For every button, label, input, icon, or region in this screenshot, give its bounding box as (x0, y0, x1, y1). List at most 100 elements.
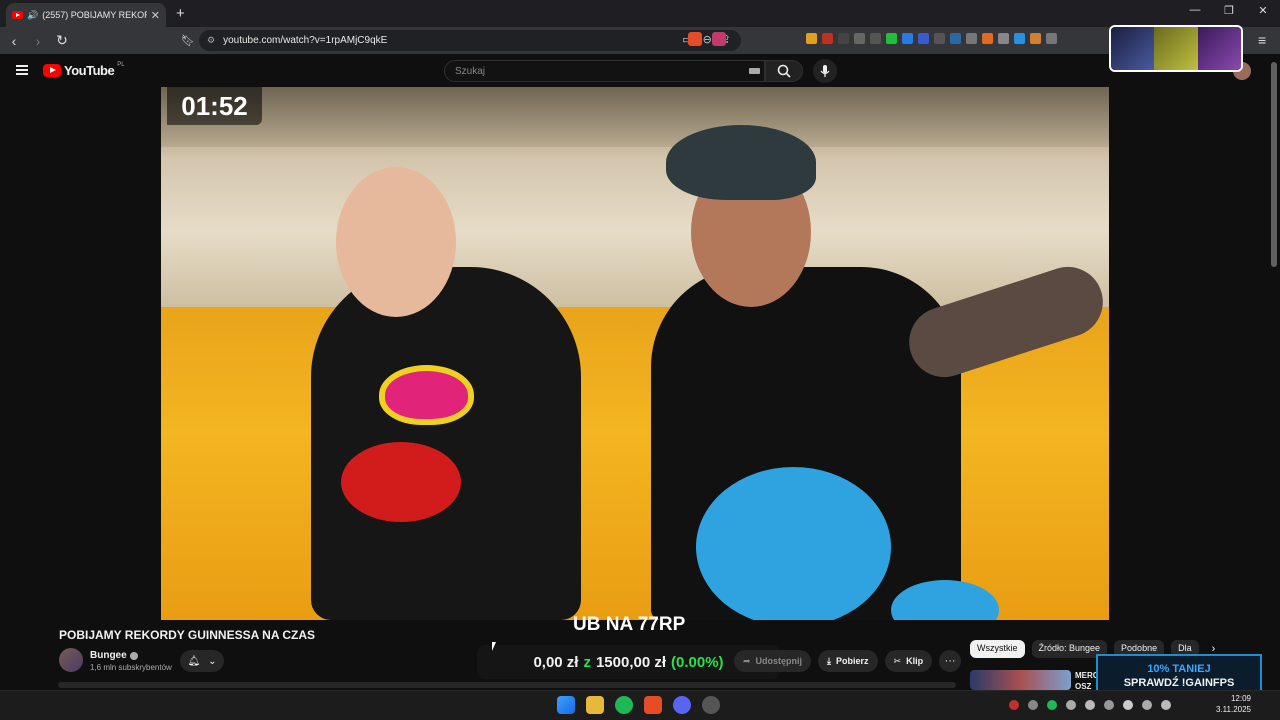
donation-amount: 0,00 zł (533, 653, 579, 671)
minimize-button[interactable]: — (1178, 4, 1212, 17)
extension-icon[interactable] (870, 33, 881, 44)
voice-search-button[interactable] (813, 59, 837, 83)
app-icon[interactable] (702, 696, 720, 714)
red-balloon (341, 442, 461, 522)
browser-menu-icon[interactable]: ≡ (1258, 32, 1266, 48)
donation-percent: (0.00%) (671, 653, 724, 671)
tray-icon[interactable] (1104, 700, 1114, 710)
extension-icon[interactable] (854, 33, 865, 44)
download-label: Pobierz (836, 656, 869, 666)
extension-icon[interactable] (822, 33, 833, 44)
stream-overlay-card (1109, 25, 1243, 72)
subscription-bell-button[interactable]: 🔔︎ ⌄ (180, 650, 224, 672)
spotify-icon[interactable] (615, 696, 633, 714)
extension-icon[interactable] (934, 33, 945, 44)
windows-taskbar (0, 690, 1280, 720)
video-timer-overlay: 01:52 (167, 87, 262, 125)
more-actions-button[interactable]: ··· (939, 650, 962, 672)
extension-icon[interactable] (1030, 33, 1041, 44)
page-scrollbar[interactable] (1271, 62, 1277, 267)
extension-icon[interactable] (1014, 33, 1025, 44)
brave-rewards-icon[interactable] (712, 32, 726, 46)
address-bar[interactable]: ⚙ youtube.com/watch?v=1rpAMjC9qkE ▭ ⊖ ⇪ (199, 30, 741, 51)
url-text: youtube.com/watch?v=1rpAMjC9qkE (223, 35, 388, 46)
hamburger-menu-icon[interactable] (16, 65, 28, 75)
keyboard-icon[interactable] (749, 68, 760, 74)
promo-line1: 10% TANIEJ (1147, 663, 1211, 675)
system-tray (1009, 700, 1171, 710)
channel-avatar[interactable] (59, 648, 83, 672)
tray-icon[interactable] (1142, 700, 1152, 710)
clock-date: 3.11.2025 (1216, 705, 1251, 714)
window-controls: — ❐ ✕ (1178, 4, 1280, 17)
brave-browser-icon[interactable] (644, 696, 662, 714)
site-info-icon[interactable]: ⚙ (207, 35, 215, 46)
video-title: POBIJAMY REKORDY GUINNESSA NA CZAS (59, 628, 316, 642)
channel-name[interactable]: Bungee (90, 650, 127, 661)
microphone-icon (820, 65, 830, 77)
extension-icon[interactable] (982, 33, 993, 44)
forward-icon[interactable]: › (28, 33, 48, 49)
new-tab-button[interactable]: + (176, 5, 185, 22)
clip-label: Klip (906, 656, 924, 666)
extension-icon[interactable] (966, 33, 977, 44)
subscriber-count: 1,6 mln subskrybentów (90, 663, 172, 672)
verified-icon (129, 651, 138, 660)
donation-z: z (583, 653, 591, 671)
discord-icon[interactable] (673, 696, 691, 714)
brave-shields-icon[interactable] (688, 32, 702, 46)
description-bar[interactable] (58, 682, 956, 688)
chevron-down-icon: ⌄ (208, 655, 217, 667)
overlay-panel (1197, 27, 1241, 70)
tray-icon[interactable] (1028, 700, 1038, 710)
file-explorer-icon[interactable] (586, 696, 604, 714)
browser-tab[interactable]: 🔊 (2557) POBIJAMY REKORDY G ✕ (6, 3, 166, 27)
youtube-header: YouTube PL Szukaj (0, 54, 1280, 87)
tray-icon[interactable] (1066, 700, 1076, 710)
youtube-play-icon (43, 64, 61, 77)
reload-icon[interactable]: ↻ (52, 32, 72, 49)
share-label: Udostępnij (755, 656, 803, 666)
youtube-logo[interactable]: YouTube PL (43, 62, 125, 78)
tab-close-icon[interactable]: ✕ (151, 9, 160, 22)
extension-icon[interactable] (918, 33, 929, 44)
scissors-icon: ✂ (893, 655, 902, 666)
tray-icon[interactable] (1085, 700, 1095, 710)
extension-icon[interactable] (950, 33, 961, 44)
extension-icon[interactable] (998, 33, 1009, 44)
recommendation-thumbnail[interactable] (970, 670, 1071, 690)
system-clock[interactable]: 12:09 3.11.2025 (1216, 693, 1251, 715)
bell-icon: 🔔︎ (187, 655, 201, 667)
clip-button[interactable]: ✂ Klip (884, 650, 933, 672)
blue-balloon (696, 467, 891, 620)
download-button[interactable]: ⤓ Pobierz (818, 650, 878, 672)
tray-icon[interactable] (1047, 700, 1057, 710)
chip-all[interactable]: Wszystkie (970, 640, 1025, 658)
video-player[interactable] (161, 87, 1109, 620)
download-icon: ⤓ (827, 655, 832, 666)
search-button[interactable] (765, 60, 803, 82)
extension-icon[interactable] (902, 33, 913, 44)
bookmark-icon[interactable]: 🔖︎ (181, 34, 195, 47)
person-left (311, 267, 581, 620)
search-input[interactable]: Szukaj (444, 60, 765, 82)
restore-button[interactable]: ❐ (1212, 4, 1246, 17)
flat-cap (666, 125, 816, 200)
back-icon[interactable]: ‹ (4, 33, 24, 49)
browser-toolbar: ‹ › ↻ 🔖︎ ⚙ youtube.com/watch?v=1rpAMjC9q… (0, 27, 1280, 54)
shirt-logo (379, 365, 474, 425)
share-arrow-icon: ➦ (743, 655, 751, 666)
extension-icon[interactable] (838, 33, 849, 44)
extension-icon[interactable] (806, 33, 817, 44)
clock-time: 12:09 (1230, 694, 1251, 703)
extension-icon[interactable] (1046, 33, 1057, 44)
tray-icon[interactable] (1009, 700, 1019, 710)
tray-icon[interactable] (1123, 700, 1133, 710)
channel-name-row[interactable]: Bungee (90, 650, 138, 661)
tray-icon[interactable] (1161, 700, 1171, 710)
speaker-icon[interactable]: 🔊 (27, 10, 38, 21)
close-window-button[interactable]: ✕ (1246, 4, 1280, 17)
share-button[interactable]: ➦ Udostępnij (734, 650, 812, 672)
windows-start-icon[interactable] (557, 696, 575, 714)
extension-icon[interactable] (886, 33, 897, 44)
